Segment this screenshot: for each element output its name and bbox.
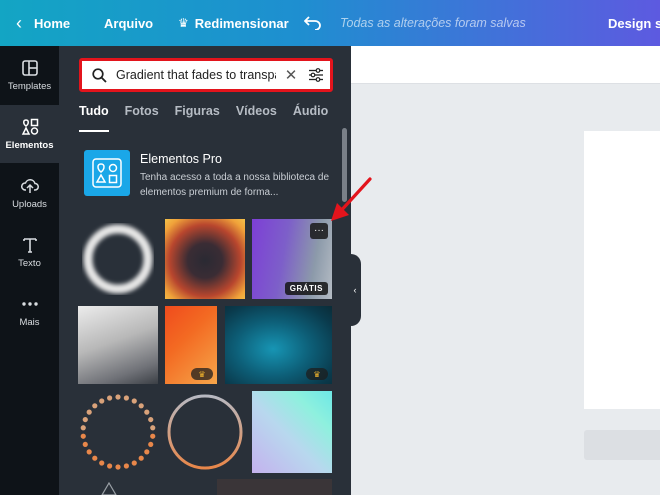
save-status: Todas as alterações foram salvas: [340, 16, 526, 30]
rail-label: Uploads: [12, 198, 47, 210]
element-tile-partial[interactable]: [217, 479, 332, 495]
rail-label: Mais: [19, 316, 40, 328]
chevron-left-icon: ‹: [16, 12, 22, 33]
resize-button[interactable]: ♛ Redimensionar: [178, 0, 289, 46]
home-label: Home: [34, 15, 71, 31]
search-icon: [82, 67, 116, 83]
ring-dot: [86, 409, 92, 415]
ring-shape: [83, 224, 153, 294]
element-tile-blurred-ring[interactable]: [78, 219, 158, 299]
ring-dot: [92, 403, 98, 409]
design-title[interactable]: Design se: [608, 0, 660, 46]
rail-label: Elementos: [5, 139, 54, 151]
more-dots-icon: [21, 301, 38, 306]
element-tile-teal-gradient[interactable]: ♛: [225, 306, 332, 384]
ring-dot: [80, 433, 86, 439]
premium-crown-icon: ♛: [306, 368, 328, 380]
undo-icon: [304, 16, 321, 30]
search-box: ✕: [79, 58, 333, 92]
ring-dot: [115, 394, 121, 400]
templates-icon: [21, 59, 38, 76]
tab-all[interactable]: Tudo: [79, 104, 109, 132]
ring-dot: [148, 416, 154, 423]
element-tile-gradient-ring[interactable]: [165, 391, 245, 473]
text-icon: [22, 237, 37, 253]
resize-label: Redimensionar: [194, 15, 289, 31]
element-tile-gray-gradient[interactable]: [78, 306, 158, 384]
pro-title: Elementos Pro: [140, 152, 222, 166]
ring-dot: [150, 433, 156, 439]
ring-dot: [80, 425, 86, 431]
ring-dot: [123, 395, 129, 401]
rail-label: Texto: [18, 257, 41, 269]
elements-icon: [21, 118, 38, 135]
ring-dot: [144, 409, 150, 415]
pro-description: Tenha acesso a toda a nossa biblioteca d…: [140, 172, 330, 198]
ring-dot: [99, 460, 105, 466]
rail-item-uploads[interactable]: Uploads: [0, 164, 59, 222]
dotted-ring-shape: [80, 394, 156, 470]
category-tabs: Tudo Fotos Figuras Vídeos Áudio: [79, 104, 344, 132]
triangle-shape-icon[interactable]: [101, 482, 117, 495]
file-menu-button[interactable]: Arquivo: [104, 0, 153, 46]
ring-dot: [115, 464, 121, 470]
ring-dot: [131, 460, 137, 466]
ring-dot: [144, 449, 150, 455]
elements-panel: ✕ Tudo Fotos Figuras Vídeos Áudio Elemen…: [59, 46, 351, 495]
undo-button[interactable]: [304, 0, 321, 46]
ring-dot: [107, 463, 113, 469]
top-bar: ‹ Home Arquivo ♛ Redimensionar Todas as …: [0, 0, 660, 46]
close-icon[interactable]: ✕: [280, 66, 302, 84]
pro-elements-banner[interactable]: Elementos Pro Tenha acesso a toda a noss…: [84, 150, 336, 202]
filter-icon[interactable]: [302, 68, 330, 82]
upload-icon: [20, 178, 39, 193]
collapse-panel-button[interactable]: ‹: [349, 254, 361, 326]
gradient-ring-shape: [167, 394, 243, 470]
tab-videos[interactable]: Vídeos: [236, 104, 277, 132]
free-badge: GRÁTIS: [284, 282, 328, 295]
ring-dot: [82, 441, 88, 448]
tab-shapes[interactable]: Figuras: [175, 104, 220, 132]
crown-icon: ♛: [178, 16, 189, 30]
home-button[interactable]: ‹ Home: [16, 0, 70, 46]
ring-dot: [131, 398, 137, 404]
premium-crown-icon: ♛: [191, 368, 213, 380]
ring-dot: [92, 455, 98, 461]
annotation-arrow: [331, 177, 372, 221]
rail-item-more[interactable]: Mais: [0, 282, 59, 340]
rail-label: Templates: [7, 80, 52, 92]
canvas-toolbar: [351, 46, 660, 84]
tab-audio[interactable]: Áudio: [293, 104, 328, 132]
ring-dot: [107, 395, 113, 401]
ring-dot: [86, 449, 92, 455]
rail-item-elements[interactable]: Elementos: [0, 105, 59, 163]
element-tile-dotted-ring[interactable]: [78, 391, 158, 473]
pro-elements-icon: [84, 150, 130, 196]
tab-photos[interactable]: Fotos: [125, 104, 159, 132]
ring-dot: [150, 425, 156, 431]
ring-dot: [123, 463, 129, 469]
element-tile-blurred-gradient[interactable]: [165, 219, 245, 299]
design-page[interactable]: [584, 131, 660, 409]
ring-dot: [82, 416, 88, 423]
element-tile-purple-gradient[interactable]: ··· GRÁTIS: [252, 219, 332, 299]
element-tile-pastel-gradient[interactable]: [252, 391, 332, 473]
rail-item-templates[interactable]: Templates: [0, 46, 59, 104]
nav-rail: Templates Elementos Uploads Texto Mais: [0, 46, 59, 495]
rail-item-text[interactable]: Texto: [0, 223, 59, 281]
ring-dot: [148, 441, 154, 448]
more-options-button[interactable]: ···: [310, 223, 328, 239]
add-page-bar[interactable]: [584, 430, 660, 460]
ring-dot: [138, 455, 144, 461]
search-input[interactable]: [116, 68, 276, 82]
ring-dot: [99, 398, 105, 404]
element-tile-orange-gradient[interactable]: ♛: [165, 306, 217, 384]
ring-dot: [138, 403, 144, 409]
chevron-left-icon: ‹: [353, 285, 357, 295]
